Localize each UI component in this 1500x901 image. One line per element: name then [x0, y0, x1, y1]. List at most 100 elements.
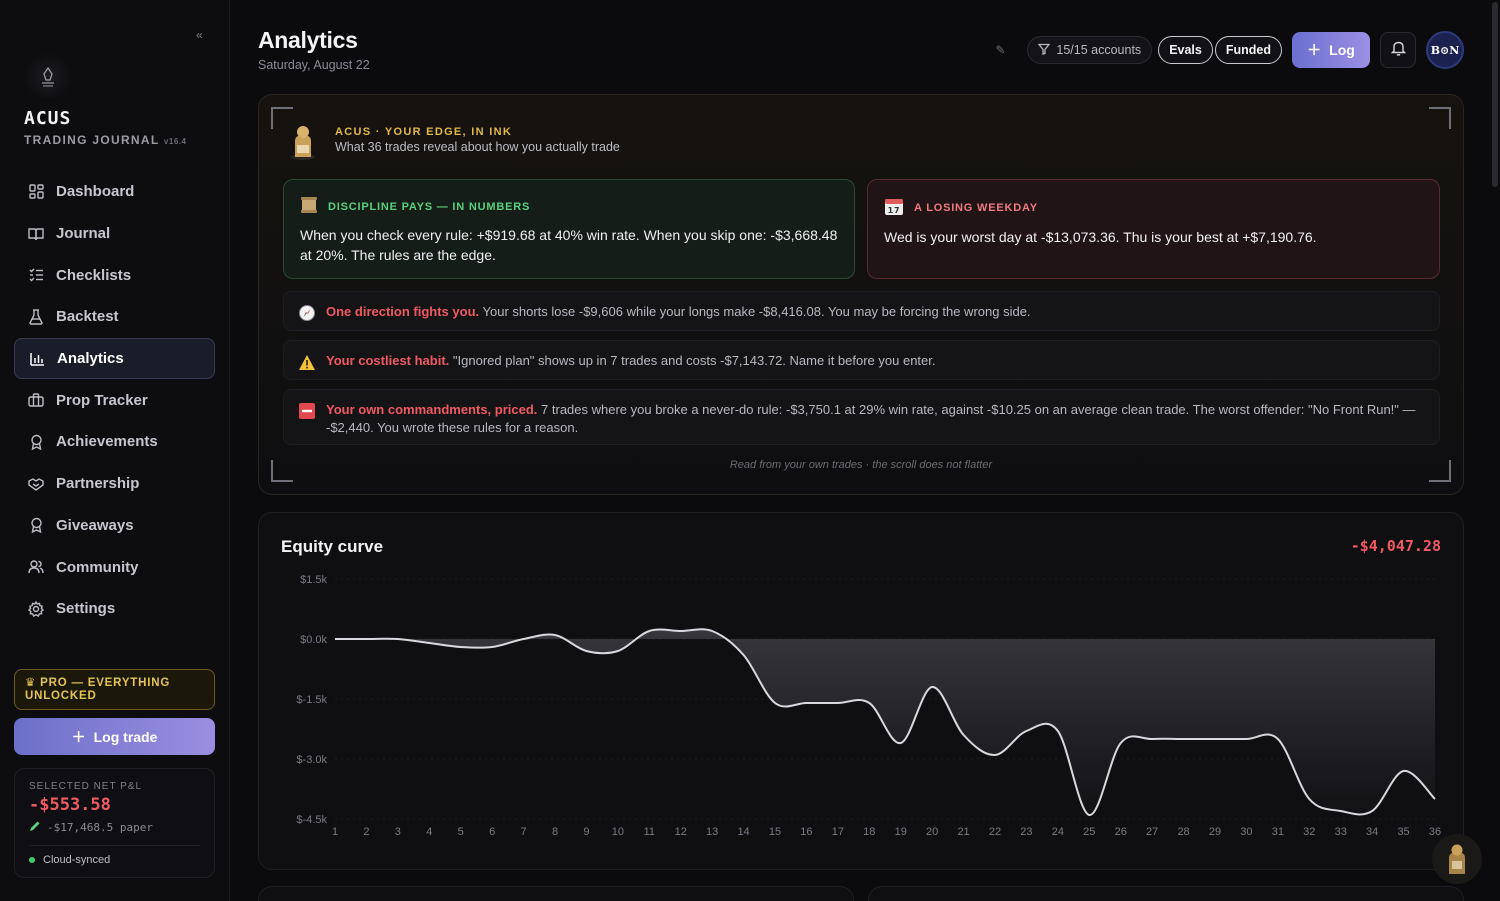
sync-label: Cloud-synced [43, 854, 111, 866]
x-tick-label: 22 [989, 826, 1001, 838]
x-tick-label: 7 [521, 826, 527, 838]
compass-icon [298, 304, 316, 322]
weekday-head-text: A LOSING WEEKDAY [914, 201, 1038, 214]
collapse-sidebar-button[interactable]: « [196, 28, 203, 42]
insight-body: Your shorts lose -$9,606 while your long… [482, 304, 1031, 319]
sidebar-item-community[interactable]: Community [14, 546, 215, 588]
pro-label: PRO — EVERYTHING UNLOCKED [25, 677, 171, 702]
notifications-button[interactable] [1380, 32, 1416, 68]
pnl-label: SELECTED NET P&L [29, 781, 143, 792]
y-tick-label: $-1.5k [296, 694, 327, 706]
bar-chart-icon [29, 351, 45, 367]
x-tick-label: 35 [1397, 826, 1409, 838]
sidebar-item-partnership[interactable]: Partnership [14, 463, 215, 505]
header-toolbar: ✎ 15/15 accounts Evals Funded ＋ Log B⊙N [995, 31, 1464, 69]
sidebar-item-label: Backtest [56, 308, 119, 326]
sidebar-item-label: Settings [56, 600, 116, 618]
insight-title: One direction fights you. [326, 304, 480, 319]
insight-title: Your own commandments, priced. [326, 402, 538, 417]
briefcase-icon [28, 392, 44, 408]
pro-badge[interactable]: ♛ PRO — EVERYTHING UNLOCKED [14, 669, 215, 710]
equity-chart: $1.5k$0.0k$-1.5k$-3.0k$-4.5k1 2 3 4 5 6 7 8 9 10 1… [296, 574, 1441, 838]
brand-subtitle-text: TRADING JOURNAL [24, 133, 160, 147]
sync-status: Cloud-synced [29, 854, 200, 866]
log-button[interactable]: ＋ Log [1292, 32, 1370, 68]
x-tick-label: 2 [363, 826, 369, 838]
plus-icon: ＋ [71, 728, 86, 745]
edge-insights-panel: ACUS · YOUR EDGE, IN INK What 36 trades … [258, 94, 1464, 495]
x-tick-label: 34 [1366, 826, 1378, 838]
x-tick-label: 12 [675, 826, 687, 838]
sidebar-item-analytics[interactable]: Analytics [14, 337, 215, 380]
x-tick-label: 1 [332, 826, 338, 838]
discipline-card: DISCIPLINE PAYS — IN NUMBERS When you ch… [283, 179, 855, 279]
sidebar-item-journal[interactable]: Journal [14, 213, 215, 255]
warning-icon [298, 353, 316, 371]
sidebar-item-label: Dashboard [56, 183, 135, 201]
x-tick-label: 27 [1146, 826, 1158, 838]
user-avatar[interactable]: B⊙N [1426, 31, 1464, 69]
discipline-head-text: DISCIPLINE PAYS — IN NUMBERS [328, 200, 531, 213]
sidebar-item-giveaways[interactable]: Giveaways [14, 505, 215, 547]
scrollbar-thumb[interactable] [1492, 2, 1498, 187]
assistant-mascot-button[interactable] [1432, 834, 1482, 884]
x-tick-label: 21 [957, 826, 969, 838]
no-entry-icon [298, 402, 316, 420]
sidebar-item-achievements[interactable]: Achievements [14, 421, 215, 463]
edit-icon[interactable]: ✎ [995, 43, 1005, 57]
insight-row: Your costliest habit. "Ignored plan" sho… [283, 340, 1440, 380]
x-tick-label: 8 [552, 826, 558, 838]
weekday-card-head: 17 A LOSING WEEKDAY [884, 196, 1423, 219]
weekday-card: 17 A LOSING WEEKDAY Wed is your worst da… [867, 179, 1440, 279]
x-tick-label: 20 [926, 826, 938, 838]
equity-area [335, 629, 1435, 816]
account-filter-button[interactable]: 15/15 accounts [1027, 36, 1153, 64]
corner-decoration [1429, 107, 1451, 129]
page-scrollbar[interactable] [1490, 0, 1500, 901]
page-title: Analytics [258, 27, 358, 53]
sidebar-item-label: Analytics [57, 350, 124, 368]
discipline-body: When you check every rule: +$919.68 at 4… [300, 227, 838, 263]
scroll-icon [300, 196, 318, 217]
x-tick-label: 31 [1272, 826, 1284, 838]
insight-text: Your own commandments, priced. 7 trades … [326, 401, 1425, 437]
pencil-icon [29, 820, 41, 835]
log-label: Log [1329, 42, 1355, 58]
brand-subtitle: TRADING JOURNAL v16.4 [24, 133, 186, 147]
sidebar-item-settings[interactable]: Settings [14, 588, 215, 630]
y-tick-label: $0.0k [300, 634, 327, 646]
sidebar-item-dashboard[interactable]: Dashboard [14, 171, 215, 213]
x-tick-label: 16 [800, 826, 812, 838]
award-icon [28, 434, 44, 450]
x-tick-label: 33 [1335, 826, 1347, 838]
sidebar-item-checklists[interactable]: Checklists [14, 254, 215, 296]
pnl-paper-row: -$17,468.5 paper [29, 820, 200, 835]
x-tick-label: 18 [863, 826, 875, 838]
pnl-paper-value: -$17,468.5 paper [47, 821, 153, 834]
evals-toggle[interactable]: Evals [1158, 36, 1213, 64]
log-trade-button[interactable]: ＋ Log trade [14, 718, 215, 755]
sidebar-item-backtest[interactable]: Backtest [14, 296, 215, 338]
insight-body: "Ignored plan" shows up in 7 trades and … [452, 353, 936, 368]
dashboard-icon [28, 184, 44, 200]
mascot-icon [287, 123, 319, 161]
y-tick-label: $-4.5k [296, 814, 327, 826]
x-tick-label: 15 [769, 826, 781, 838]
x-tick-label: 36 [1429, 826, 1441, 838]
sidebar-item-label: Partnership [56, 475, 140, 493]
equity-curve-panel: Equity curve -$4,047.28 $1.5k $0.0k $-1.5k… [258, 512, 1464, 870]
sidebar-item-label: Giveaways [56, 516, 134, 534]
x-tick-label: 23 [1020, 826, 1032, 838]
insight-text: One direction fights you. Your shorts lo… [326, 303, 1031, 321]
logo-icon [22, 54, 74, 100]
x-tick-label: 5 [458, 826, 464, 838]
users-icon [28, 559, 44, 575]
sidebar-item-prop-tracker[interactable]: Prop Tracker [14, 379, 215, 421]
book-icon [28, 226, 44, 242]
x-tick-label: 13 [706, 826, 718, 838]
sidebar-item-label: Achievements [56, 433, 158, 451]
sidebar-item-label: Journal [56, 225, 111, 243]
x-tick-label: 17 [832, 826, 844, 838]
x-tick-label: 25 [1083, 826, 1095, 838]
funded-toggle[interactable]: Funded [1214, 36, 1282, 64]
